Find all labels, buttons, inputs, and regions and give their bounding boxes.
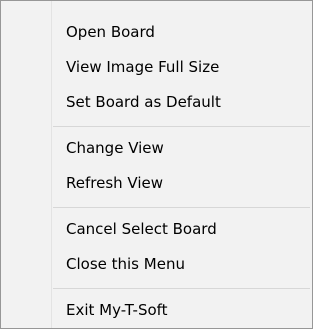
menu-separator	[53, 126, 310, 127]
menu-item-change-view[interactable]: Change View	[66, 133, 164, 163]
menu-item-refresh-view[interactable]: Refresh View	[66, 168, 163, 198]
menu-item-exit-my-t-soft[interactable]: Exit My-T-Soft	[66, 295, 168, 325]
menu-item-close-this-menu[interactable]: Close this Menu	[66, 249, 185, 279]
menu-separator	[53, 288, 310, 289]
menu-separator	[53, 207, 310, 208]
menu-item-open-board[interactable]: Open Board	[66, 17, 155, 47]
menu-item-view-image-full-size[interactable]: View Image Full Size	[66, 52, 219, 82]
menu-icon-gutter-divider	[51, 1, 52, 328]
menu-item-set-board-as-default[interactable]: Set Board as Default	[66, 87, 221, 117]
menu-item-cancel-select-board[interactable]: Cancel Select Board	[66, 214, 217, 244]
context-menu: Open Board View Image Full Size Set Boar…	[0, 0, 313, 329]
